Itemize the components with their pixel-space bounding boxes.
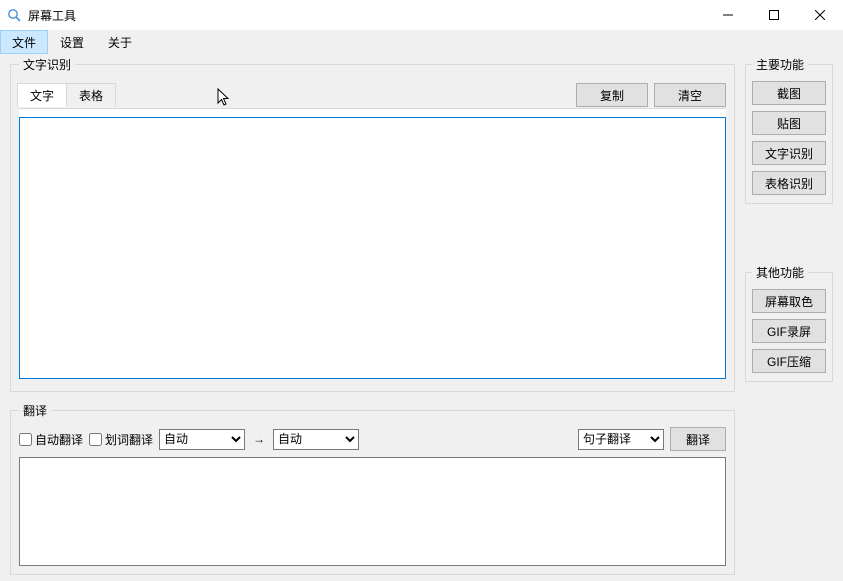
lang-from-select[interactable]: 自动: [159, 429, 245, 450]
tab-text[interactable]: 文字: [17, 83, 67, 107]
recognition-group: 文字识别 文字 表格 复制 清空: [10, 56, 735, 392]
menu-file[interactable]: 文件: [0, 30, 48, 54]
color-picker-button[interactable]: 屏幕取色: [752, 289, 826, 313]
translation-legend: 翻译: [19, 402, 51, 419]
copy-button[interactable]: 复制: [576, 83, 648, 107]
word-translate-checkbox[interactable]: 划词翻译: [89, 431, 153, 448]
word-translate-label: 划词翻译: [105, 431, 153, 448]
window-controls: [705, 0, 843, 30]
auto-translate-checkbox[interactable]: 自动翻译: [19, 431, 83, 448]
other-functions-group: 其他功能 屏幕取色 GIF录屏 GIF压缩: [745, 264, 833, 382]
clear-button[interactable]: 清空: [654, 83, 726, 107]
recognition-legend: 文字识别: [19, 56, 75, 73]
maximize-button[interactable]: [751, 0, 797, 30]
minimize-button[interactable]: [705, 0, 751, 30]
gif-record-button[interactable]: GIF录屏: [752, 319, 826, 343]
menubar: 文件 设置 关于: [0, 30, 843, 54]
gif-compress-button[interactable]: GIF压缩: [752, 349, 826, 373]
auto-translate-label: 自动翻译: [35, 431, 83, 448]
tab-table[interactable]: 表格: [66, 83, 116, 107]
text-recognition-button[interactable]: 文字识别: [752, 141, 826, 165]
word-translate-input[interactable]: [89, 433, 102, 446]
paste-image-button[interactable]: 贴图: [752, 111, 826, 135]
recognition-tabs: 文字 表格: [17, 84, 116, 106]
close-button[interactable]: [797, 0, 843, 30]
translation-textarea[interactable]: [19, 457, 726, 566]
window-title: 屏幕工具: [28, 7, 76, 24]
lang-to-select[interactable]: 自动: [273, 429, 359, 450]
table-recognition-button[interactable]: 表格识别: [752, 171, 826, 195]
other-functions-legend: 其他功能: [752, 264, 808, 281]
app-icon: [6, 7, 22, 23]
main-functions-group: 主要功能 截图 贴图 文字识别 表格识别: [745, 56, 833, 204]
recognition-textarea[interactable]: [19, 117, 726, 379]
menu-about[interactable]: 关于: [96, 30, 144, 54]
arrow-icon: →: [251, 432, 267, 446]
main-functions-legend: 主要功能: [752, 56, 808, 73]
translate-mode-select[interactable]: 句子翻译: [578, 429, 664, 450]
translation-group: 翻译 自动翻译 划词翻译 自动 → 自动 句子: [10, 402, 735, 575]
translate-button[interactable]: 翻译: [670, 427, 726, 451]
screenshot-button[interactable]: 截图: [752, 81, 826, 105]
auto-translate-input[interactable]: [19, 433, 32, 446]
menu-settings[interactable]: 设置: [48, 30, 96, 54]
titlebar: 屏幕工具: [0, 0, 843, 30]
